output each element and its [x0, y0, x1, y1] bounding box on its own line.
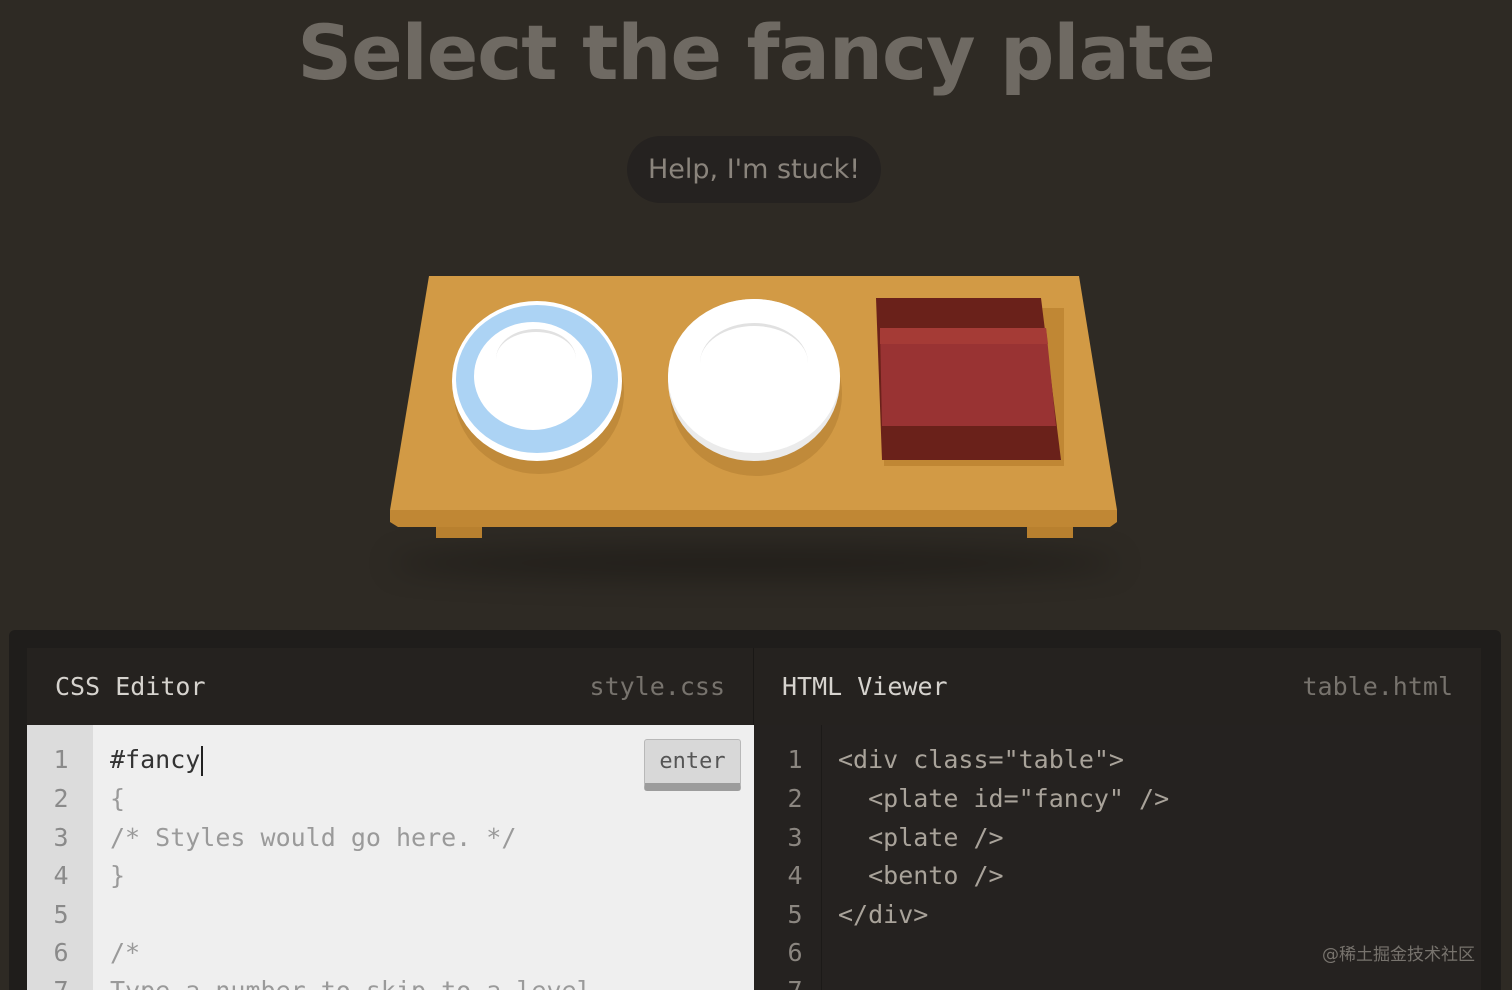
line-number: 6	[787, 938, 803, 967]
css-selector-input[interactable]: #fancy	[110, 745, 204, 776]
html-code-line[interactable]: <plate />	[838, 823, 1003, 852]
css-code-line: /*	[110, 938, 141, 967]
html-code-line[interactable]: </div>	[838, 900, 928, 929]
css-code-line: Type a number to skip to a level	[110, 976, 592, 990]
plain-plate[interactable]	[668, 299, 840, 461]
html-viewer-title: HTML Viewer	[782, 672, 948, 701]
line-number: 2	[53, 784, 69, 813]
html-viewer-filename: table.html	[1302, 672, 1453, 701]
table-edge	[390, 510, 1117, 527]
table-shadow	[390, 548, 1120, 578]
html-code-line[interactable]: <plate id="fancy" />	[838, 784, 1169, 813]
bento-box[interactable]	[876, 298, 1064, 466]
css-code-line: {	[110, 784, 126, 813]
line-number: 5	[53, 900, 69, 929]
line-number: 3	[53, 823, 69, 852]
fancy-plate[interactable]	[452, 301, 622, 461]
html-viewer-header: HTML Viewer table.html	[754, 648, 1481, 725]
text-caret	[201, 746, 204, 776]
css-editor-header: CSS Editor style.css	[27, 648, 754, 725]
css-editor-title: CSS Editor	[55, 672, 206, 701]
css-code-line: /* Styles would go here. */	[110, 823, 517, 852]
css-editor: 1 2 3 4 5 6 7 #fancy { /* Styles would g…	[27, 725, 754, 990]
line-number: 4	[53, 861, 69, 890]
watermark: @稀土掘金技术社区	[1322, 945, 1475, 965]
plate-highlight	[496, 329, 576, 389]
line-number: 5	[787, 900, 803, 929]
enter-button[interactable]: enter	[644, 739, 741, 791]
css-line-numbers: 1 2 3 4 5 6 7	[27, 725, 93, 990]
line-number: 1	[787, 745, 803, 774]
css-code-line: }	[110, 861, 126, 890]
line-number: 1	[53, 745, 69, 774]
game-table	[380, 268, 1140, 588]
line-number: 3	[787, 823, 803, 852]
plate-highlight	[700, 323, 808, 403]
line-number: 6	[53, 938, 69, 967]
css-input-value: #fancy	[110, 745, 201, 774]
html-line-numbers: 1 2 3 4 5 6 7	[754, 725, 822, 990]
html-code-line[interactable]: <bento />	[838, 861, 1003, 890]
line-number: 7	[765, 976, 825, 990]
level-title: Select the fancy plate	[297, 8, 1215, 97]
line-number: 7	[31, 976, 91, 990]
line-number: 2	[787, 784, 803, 813]
html-code-line[interactable]: <div class="table">	[838, 745, 1124, 774]
help-button[interactable]: Help, I'm stuck!	[627, 136, 881, 203]
css-editor-filename: style.css	[589, 672, 725, 701]
line-number: 4	[787, 861, 803, 890]
